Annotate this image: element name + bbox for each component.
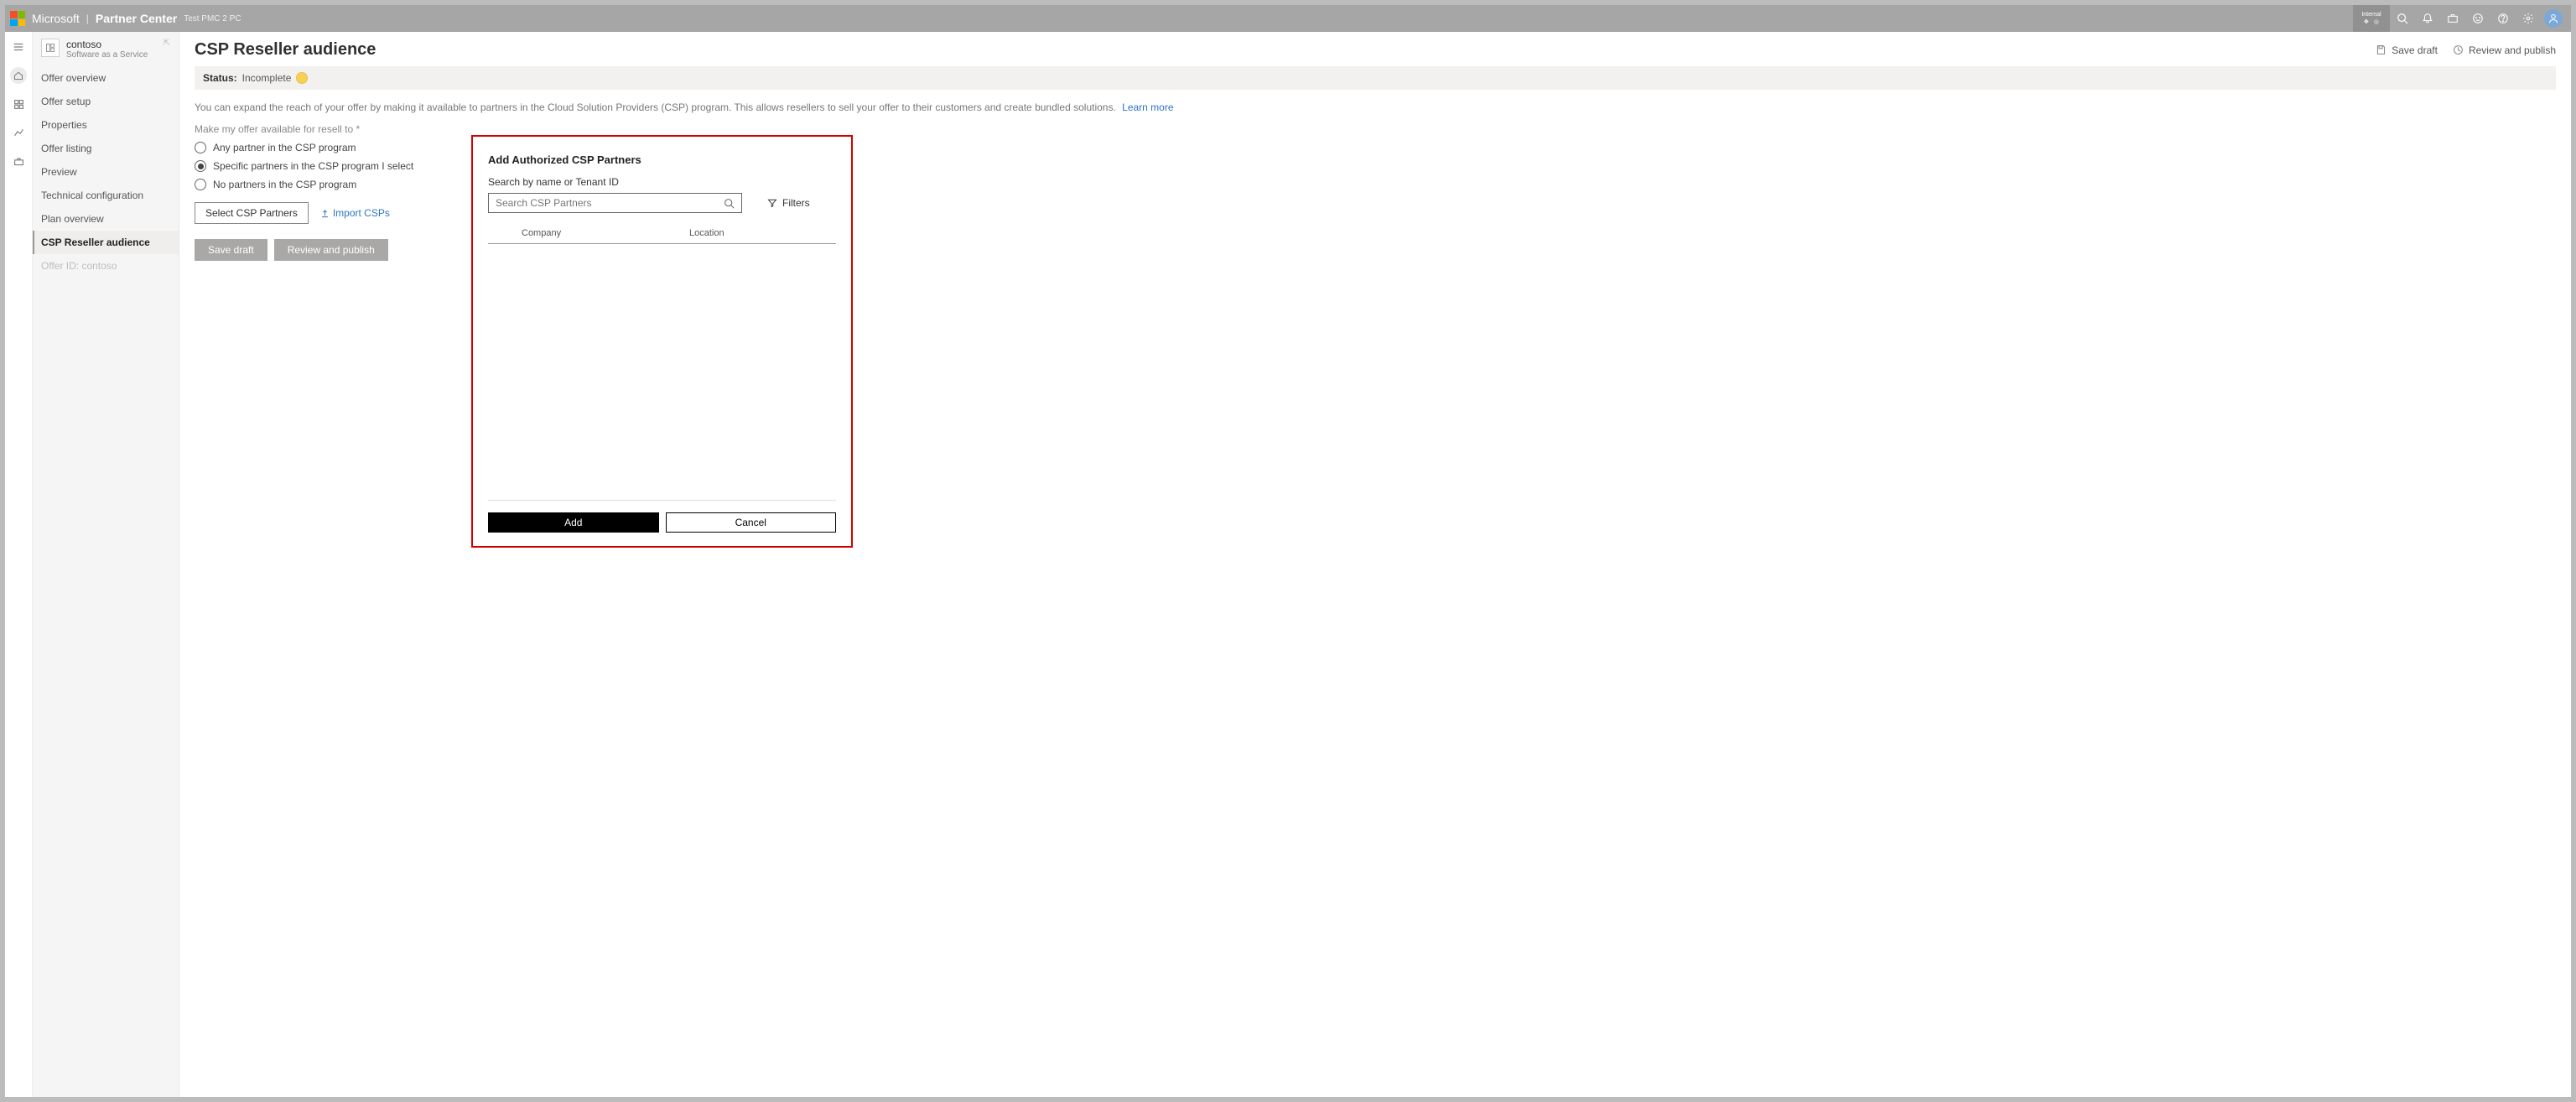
cancel-button[interactable]: Cancel [666, 512, 837, 533]
save-draft-top[interactable]: Save draft [2376, 44, 2438, 56]
sidebar: contoso Software as a Service ⇱ Offer ov… [33, 32, 179, 1097]
internal-badge: Internal ✥ ◎ [2353, 5, 2390, 32]
toolbox-icon[interactable] [10, 153, 27, 169]
search-label: Search by name or Tenant ID [488, 176, 836, 188]
add-csp-partners-modal: Add Authorized CSP Partners Search by na… [471, 135, 853, 548]
briefcase-icon[interactable] [2440, 5, 2465, 32]
offer-card: contoso Software as a Service ⇱ [33, 32, 179, 66]
modal-title: Add Authorized CSP Partners [488, 153, 836, 166]
description: You can expand the reach of your offer b… [195, 101, 2556, 113]
select-csp-partners-button[interactable]: Select CSP Partners [195, 202, 309, 224]
search-icon[interactable] [724, 198, 735, 209]
environment-label: Test PMC 2 PC [184, 14, 241, 23]
nav-offer-id: Offer ID: contoso [33, 254, 179, 278]
nav-properties[interactable]: Properties [33, 113, 179, 137]
move-icon[interactable]: ✥ [2364, 18, 2369, 25]
save-icon [2376, 44, 2386, 55]
menu-icon[interactable] [10, 39, 27, 55]
notifications-icon[interactable] [2415, 5, 2440, 32]
filters-button[interactable]: Filters [767, 197, 810, 209]
home-icon[interactable] [10, 67, 27, 84]
table-header: Company Location [488, 225, 836, 244]
help-icon[interactable] [2490, 5, 2516, 32]
microsoft-logo [10, 11, 25, 26]
nav-offer-listing[interactable]: Offer listing [33, 137, 179, 160]
status-bar: Status: Incomplete [195, 66, 2556, 90]
offer-subtitle: Software as a Service [66, 50, 148, 60]
search-input[interactable] [496, 197, 724, 209]
page-title: CSP Reseller audience [195, 40, 376, 60]
analytics-icon[interactable] [10, 124, 27, 141]
offer-name: contoso [66, 39, 148, 50]
col-location: Location [689, 228, 836, 238]
settings-icon[interactable] [2516, 5, 2541, 32]
search-box[interactable] [488, 193, 742, 213]
nav-offer-setup[interactable]: Offer setup [33, 90, 179, 113]
feedback-icon[interactable] [2465, 5, 2490, 32]
nav-preview[interactable]: Preview [33, 160, 179, 184]
product-name[interactable]: Partner Center [96, 12, 177, 25]
user-avatar[interactable] [2544, 9, 2563, 28]
upload-icon [320, 209, 330, 218]
resell-label: Make my offer available for resell to * [195, 123, 2556, 135]
import-csps-link[interactable]: Import CSPs [320, 207, 390, 219]
col-company: Company [522, 228, 689, 238]
search-icon[interactable] [2390, 5, 2415, 32]
sidebar-nav: Offer overview Offer setup Properties Of… [33, 66, 179, 278]
brand: Microsoft [32, 12, 80, 25]
topbar: Microsoft | Partner Center Test PMC 2 PC… [5, 5, 2571, 32]
status-indicator-icon [296, 72, 308, 84]
modal-divider [488, 500, 836, 501]
left-rail [5, 32, 33, 1097]
nav-offer-overview[interactable]: Offer overview [33, 66, 179, 90]
main-content: CSP Reseller audience Save draft Review … [179, 32, 2571, 1097]
target-icon[interactable]: ◎ [2374, 18, 2379, 25]
save-draft-button[interactable]: Save draft [195, 239, 267, 261]
status-value: Incomplete [242, 72, 292, 84]
dashboard-icon[interactable] [10, 96, 27, 112]
nav-csp-reseller-audience[interactable]: CSP Reseller audience [33, 231, 179, 254]
offer-thumb-icon [41, 39, 60, 57]
publish-icon [2453, 44, 2464, 55]
learn-more-link[interactable]: Learn more [1122, 101, 1173, 113]
review-publish-top[interactable]: Review and publish [2453, 44, 2556, 56]
add-button[interactable]: Add [488, 512, 659, 533]
pin-icon[interactable]: ⇱ [164, 39, 170, 48]
nav-technical-configuration[interactable]: Technical configuration [33, 184, 179, 207]
review-publish-button[interactable]: Review and publish [274, 239, 388, 261]
nav-plan-overview[interactable]: Plan overview [33, 207, 179, 231]
filter-icon [767, 198, 777, 208]
